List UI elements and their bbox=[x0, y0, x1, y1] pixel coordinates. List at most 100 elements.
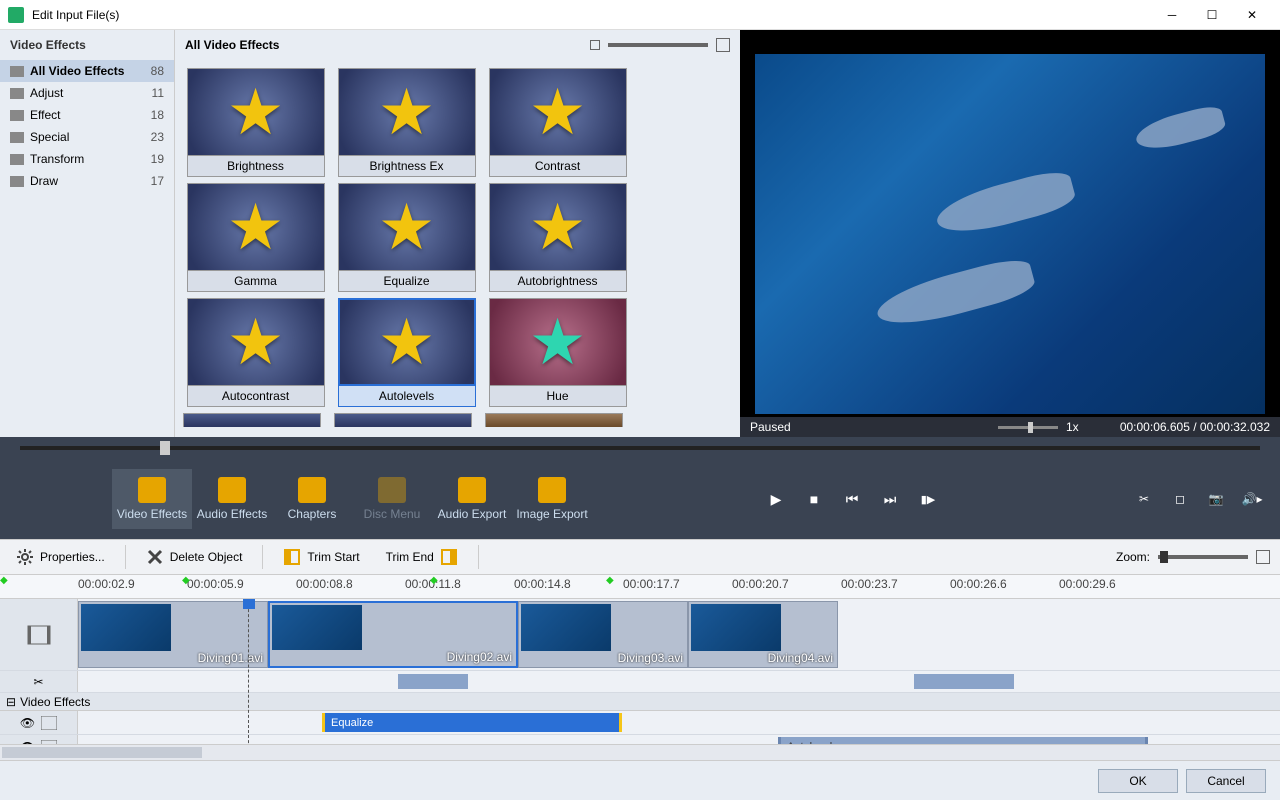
category-special[interactable]: Special 23 bbox=[0, 126, 174, 148]
scissors-icon: ✂ bbox=[33, 675, 43, 689]
effect-peek[interactable] bbox=[334, 413, 472, 427]
folder-icon bbox=[10, 176, 24, 187]
window-title: Edit Input File(s) bbox=[32, 8, 1152, 22]
playback-status: Paused bbox=[750, 420, 990, 434]
preview-status-bar: Paused 1x 00:00:06.605 / 00:00:32.032 bbox=[740, 417, 1280, 437]
effect-brightness-ex[interactable]: ★ Brightness Ex bbox=[334, 68, 479, 177]
timeline-hscroll[interactable] bbox=[0, 744, 1280, 760]
applied-effect[interactable]: Autolevels bbox=[778, 737, 1148, 744]
ruler-tick: 00:00:02.9 bbox=[78, 577, 135, 591]
preview-canvas[interactable] bbox=[755, 54, 1265, 414]
thumb-small-icon[interactable] bbox=[590, 40, 600, 50]
crop-icon[interactable]: ◻ bbox=[1168, 488, 1192, 510]
cut-icon[interactable]: ✂ bbox=[1132, 488, 1156, 510]
mode-icon bbox=[138, 477, 166, 503]
effect-equalize[interactable]: ★ Equalize bbox=[334, 183, 479, 292]
mode-audio-effects[interactable]: Audio Effects bbox=[192, 469, 272, 529]
trim-end-button[interactable]: Trim End bbox=[380, 544, 464, 570]
effect-brightness[interactable]: ★ Brightness bbox=[183, 68, 328, 177]
video-clip[interactable]: Diving04.avi bbox=[688, 601, 838, 668]
effect-hue[interactable]: ★ Hue bbox=[485, 298, 630, 407]
hscroll-thumb[interactable] bbox=[2, 747, 202, 758]
mode-image-export[interactable]: Image Export bbox=[512, 469, 592, 529]
film-icon bbox=[27, 625, 51, 645]
effects-grid-area: All Video Effects ★ Brightness★ Brightne… bbox=[175, 30, 740, 437]
category-all-video-effects[interactable]: All Video Effects 88 bbox=[0, 60, 174, 82]
trim-start-icon bbox=[283, 548, 301, 566]
delete-object-button[interactable]: Delete Object bbox=[140, 544, 249, 570]
zoom-fit-icon[interactable] bbox=[1256, 550, 1270, 564]
effect-contrast[interactable]: ★ Contrast bbox=[485, 68, 630, 177]
effect-autocontrast[interactable]: ★ Autocontrast bbox=[183, 298, 328, 407]
ruler-tick: 00:00:23.7 bbox=[841, 577, 898, 591]
mode-icon bbox=[458, 477, 486, 503]
playhead[interactable] bbox=[248, 599, 249, 744]
timeline-scrubber[interactable] bbox=[0, 437, 1280, 459]
mode-video-effects[interactable]: Video Effects bbox=[112, 469, 192, 529]
maximize-button[interactable]: ☐ bbox=[1192, 0, 1232, 30]
cut-segment[interactable] bbox=[398, 674, 468, 689]
marker-icon[interactable]: ◆ bbox=[606, 575, 614, 586]
marker-icon[interactable]: ◆ bbox=[182, 575, 190, 586]
folder-icon bbox=[10, 132, 24, 143]
category-transform[interactable]: Transform 19 bbox=[0, 148, 174, 170]
video-track-head bbox=[0, 599, 78, 670]
ok-button[interactable]: OK bbox=[1098, 769, 1178, 793]
applied-effect[interactable]: Equalize bbox=[322, 713, 622, 732]
effect-peek[interactable] bbox=[485, 413, 623, 427]
effect-gamma[interactable]: ★ Gamma bbox=[183, 183, 328, 292]
stop-button[interactable]: ■ bbox=[799, 487, 829, 511]
cut-segment[interactable] bbox=[914, 674, 1014, 689]
marker-icon[interactable]: ◆ bbox=[430, 575, 438, 586]
video-clip[interactable]: Diving03.avi bbox=[518, 601, 688, 668]
video-clip[interactable]: Diving01.avi bbox=[78, 601, 268, 668]
titlebar: Edit Input File(s) ─ ☐ ✕ bbox=[0, 0, 1280, 30]
speed-slider[interactable] bbox=[998, 426, 1058, 429]
trim-end-icon bbox=[440, 548, 458, 566]
dialog-footer: OK Cancel bbox=[0, 760, 1280, 800]
effect-peek[interactable] bbox=[183, 413, 321, 427]
star-icon: ★ bbox=[529, 80, 586, 144]
properties-button[interactable]: Properties... bbox=[10, 544, 111, 570]
mode-chapters[interactable]: Chapters bbox=[272, 469, 352, 529]
minimize-button[interactable]: ─ bbox=[1152, 0, 1192, 30]
upper-pane: Video Effects All Video Effects 88 Adjus… bbox=[0, 30, 1280, 437]
effects-sidebar: Video Effects All Video Effects 88 Adjus… bbox=[0, 30, 175, 437]
marker-icon[interactable]: ◆ bbox=[0, 575, 8, 586]
category-adjust[interactable]: Adjust 11 bbox=[0, 82, 174, 104]
mode-audio-export[interactable]: Audio Export bbox=[432, 469, 512, 529]
effects-grid-scroll[interactable]: ★ Brightness★ Brightness Ex★ Contrast ★ G… bbox=[175, 60, 740, 437]
category-effect[interactable]: Effect 18 bbox=[0, 104, 174, 126]
category-draw[interactable]: Draw 17 bbox=[0, 170, 174, 192]
snapshot-icon[interactable]: 📷 bbox=[1204, 488, 1228, 510]
effect-autolevels[interactable]: ★ Autolevels bbox=[334, 298, 479, 407]
trim-start-button[interactable]: Trim Start bbox=[277, 544, 365, 570]
star-icon: ★ bbox=[378, 310, 435, 374]
folder-icon bbox=[10, 154, 24, 165]
eye-icon[interactable]: 👁 bbox=[20, 716, 35, 730]
transport-controls: ▶ ■ ⏮ ⏭ ▮▶ bbox=[761, 487, 943, 511]
thumbnail-size-slider[interactable] bbox=[608, 43, 708, 47]
video-clip[interactable]: Diving02.avi bbox=[268, 601, 518, 668]
prev-frame-button[interactable]: ⏮ bbox=[837, 487, 867, 511]
video-effects-section[interactable]: ⊟ Video Effects bbox=[0, 693, 1280, 711]
effect-autobrightness[interactable]: ★ Autobrightness bbox=[485, 183, 630, 292]
mode-icon bbox=[218, 477, 246, 503]
volume-icon[interactable]: 🔊▸ bbox=[1240, 488, 1264, 510]
cancel-button[interactable]: Cancel bbox=[1186, 769, 1266, 793]
scrubber-handle[interactable] bbox=[160, 441, 170, 455]
close-button[interactable]: ✕ bbox=[1232, 0, 1272, 30]
zoom-slider[interactable] bbox=[1158, 555, 1248, 559]
next-frame-button[interactable]: ⏭ bbox=[875, 487, 905, 511]
playback-speed: 1x bbox=[1066, 420, 1079, 434]
thumb-large-icon[interactable] bbox=[716, 38, 730, 52]
video-track: Diving01.aviDiving02.aviDiving03.aviDivi… bbox=[0, 599, 1280, 671]
play-button[interactable]: ▶ bbox=[761, 487, 791, 511]
folder-icon bbox=[10, 66, 24, 77]
collapse-icon[interactable]: ⊟ bbox=[6, 695, 16, 709]
timeline-ruler[interactable]: 00:00:02.900:00:05.900:00:08.800:00:11.8… bbox=[0, 575, 1280, 599]
playback-time: 00:00:06.605 / 00:00:32.032 bbox=[1120, 420, 1270, 434]
ruler-tick: 00:00:08.8 bbox=[296, 577, 353, 591]
mode-disc-menu: Disc Menu bbox=[352, 469, 432, 529]
play-segment-button[interactable]: ▮▶ bbox=[913, 487, 943, 511]
